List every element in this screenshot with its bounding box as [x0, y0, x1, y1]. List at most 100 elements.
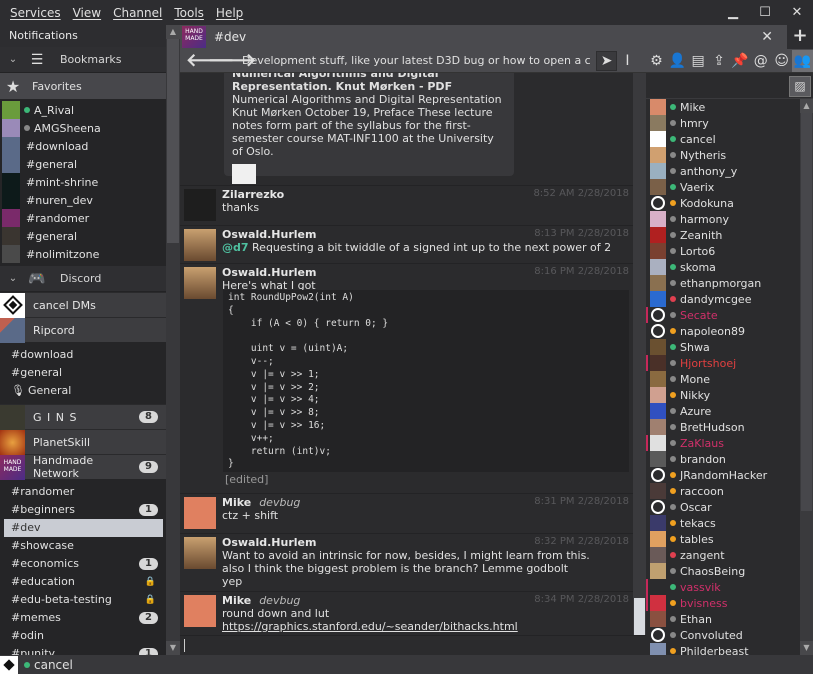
member-item[interactable]: Oscar [646, 499, 800, 515]
member-item[interactable]: Zeanith [646, 227, 800, 243]
bookmarks-group[interactable]: ⌄ ☰ Bookmarks [0, 47, 166, 73]
avatar[interactable] [184, 189, 216, 221]
member-item[interactable]: tables [646, 531, 800, 547]
scroll-up-icon[interactable]: ▲ [800, 99, 813, 113]
favorite-channel[interactable]: #download [0, 137, 166, 155]
member-item[interactable]: Kodokuna [646, 195, 800, 211]
favorite-channel[interactable]: #general [0, 155, 166, 173]
members-scrollbar[interactable]: ▲ ▼ [800, 99, 813, 655]
member-item[interactable]: Nikky [646, 387, 800, 403]
member-item[interactable]: bvisness [646, 595, 800, 611]
message-author[interactable]: Oswald.Hurlem [222, 228, 316, 241]
user-mention[interactable]: @d7 [222, 241, 249, 254]
pointer-icon[interactable]: ➤ [596, 50, 618, 71]
member-item[interactable]: ethanpmorgan [646, 275, 800, 291]
member-item[interactable]: Convoluted [646, 627, 800, 643]
avatar[interactable] [184, 229, 216, 261]
channel-item[interactable]: #memes 2 [0, 609, 166, 627]
channel-item[interactable]: #education 🔒 [0, 573, 166, 591]
member-item[interactable]: Azure [646, 403, 800, 419]
favorite-channel[interactable]: #general [0, 227, 166, 245]
menu-view[interactable]: View [67, 6, 107, 20]
channel-item[interactable]: #download [0, 346, 166, 364]
current-user-name[interactable]: cancel [34, 658, 73, 672]
member-item[interactable]: vassvik [646, 579, 800, 595]
favorite-user[interactable]: AMGSheena [0, 119, 166, 137]
channel-item[interactable]: #edu-beta-testing 🔒 [0, 591, 166, 609]
member-item[interactable]: hmry [646, 115, 800, 131]
text-cursor-icon[interactable]: I [617, 53, 638, 69]
message-author[interactable]: Zilarrezko [222, 188, 284, 201]
scrollbar-thumb[interactable] [167, 39, 179, 243]
forward-arrow-icon[interactable]: 🡒 [208, 50, 256, 71]
channel-item[interactable]: #randomer [0, 483, 166, 501]
favorite-channel[interactable]: #nuren_dev [0, 191, 166, 209]
embed-title[interactable]: Numerical Algorithms and Digital Represe… [232, 73, 506, 93]
emoji-icon[interactable]: ☺ [771, 53, 792, 69]
channel-item[interactable]: #economics 1 [0, 555, 166, 573]
message-author[interactable]: Oswald.Hurlem [222, 536, 316, 549]
add-user-icon[interactable]: 👤 [667, 53, 688, 69]
pin-icon[interactable]: 📌 [729, 53, 750, 69]
member-item[interactable]: tekacs [646, 515, 800, 531]
member-item[interactable]: cancel [646, 131, 800, 147]
member-item[interactable]: zangent [646, 547, 800, 563]
favorite-channel[interactable]: #nolimitzone [0, 245, 166, 263]
channel-item[interactable]: #punity 1 [0, 645, 166, 655]
favorites-header[interactable]: ★ Favorites [0, 73, 166, 99]
message-input[interactable] [180, 635, 646, 655]
favorite-channel[interactable]: #mint-shrine [0, 173, 166, 191]
server-ripcord[interactable]: Ripcord [0, 317, 166, 343]
back-arrow-icon[interactable]: 🡐 [186, 50, 234, 71]
scrollbar-thumb[interactable] [801, 113, 812, 511]
channel-item[interactable]: #general [0, 364, 166, 382]
mention-icon[interactable]: @ [750, 53, 771, 69]
server-handmade-network[interactable]: HAND MADE Handmade Network 9 [0, 454, 166, 480]
gear-icon[interactable]: ⚙ [646, 53, 667, 69]
scrollbar-thumb[interactable] [634, 598, 645, 635]
chevron-down-icon[interactable]: ⌄ [0, 54, 26, 65]
close-tab-icon[interactable]: ✕ [761, 29, 773, 45]
scroll-up-icon[interactable]: ▲ [166, 25, 180, 39]
upload-icon[interactable]: ⇪ [709, 53, 730, 69]
scroll-down-icon[interactable]: ▼ [166, 641, 180, 655]
minimize-button[interactable]: ▁ [717, 0, 749, 25]
message-author[interactable]: Mike devbug [222, 496, 300, 509]
member-item[interactable]: Ethan [646, 611, 800, 627]
menu-channel[interactable]: Channel [107, 6, 168, 20]
member-item[interactable]: skoma [646, 259, 800, 275]
menu-help[interactable]: Help [210, 6, 249, 20]
message-author[interactable]: Mike devbug [222, 594, 300, 607]
member-item[interactable]: JRandomHacker [646, 467, 800, 483]
menu-tools[interactable]: Tools [168, 6, 210, 20]
server-cancel-dms[interactable]: cancel DMs [0, 292, 166, 318]
member-item[interactable]: anthony_y [646, 163, 800, 179]
notifications-item[interactable]: Notifications [0, 25, 166, 47]
menu-services[interactable]: Services [4, 6, 67, 20]
chevron-down-icon[interactable]: ⌄ [0, 273, 26, 284]
member-item[interactable]: Mike [646, 99, 800, 115]
server-planetskill[interactable]: PlanetSkill [0, 429, 166, 455]
server-gins[interactable]: G I N S 8 [0, 404, 166, 430]
channel-item[interactable]: #dev [4, 519, 163, 537]
sidebar-scrollbar[interactable]: ▲ ▼ [166, 25, 180, 655]
user-avatar[interactable] [0, 655, 18, 674]
member-item[interactable]: raccoon [646, 483, 800, 499]
document-icon[interactable]: ▤ [688, 53, 709, 69]
member-item[interactable]: brandon [646, 451, 800, 467]
avatar[interactable] [184, 267, 216, 299]
messages-scrollbar[interactable] [633, 73, 646, 635]
member-item[interactable]: Shwa [646, 339, 800, 355]
channel-item[interactable]: #showcase [0, 537, 166, 555]
channel-item[interactable]: #odin [0, 627, 166, 645]
discord-group[interactable]: ⌄ 🎮 Discord [0, 266, 166, 292]
scroll-down-icon[interactable]: ▼ [800, 641, 813, 655]
embed-thumbnail[interactable] [232, 164, 256, 184]
favorite-user[interactable]: A_Rival [0, 101, 166, 119]
member-item[interactable]: Nytheris [646, 147, 800, 163]
member-item[interactable]: dandymcgee [646, 291, 800, 307]
message-link[interactable]: https://graphics.stanford.edu/~seander/b… [222, 620, 518, 633]
image-icon[interactable]: ▨ [789, 76, 811, 97]
favorite-channel[interactable]: #randomer [0, 209, 166, 227]
member-item[interactable]: Philderbeast [646, 643, 800, 655]
